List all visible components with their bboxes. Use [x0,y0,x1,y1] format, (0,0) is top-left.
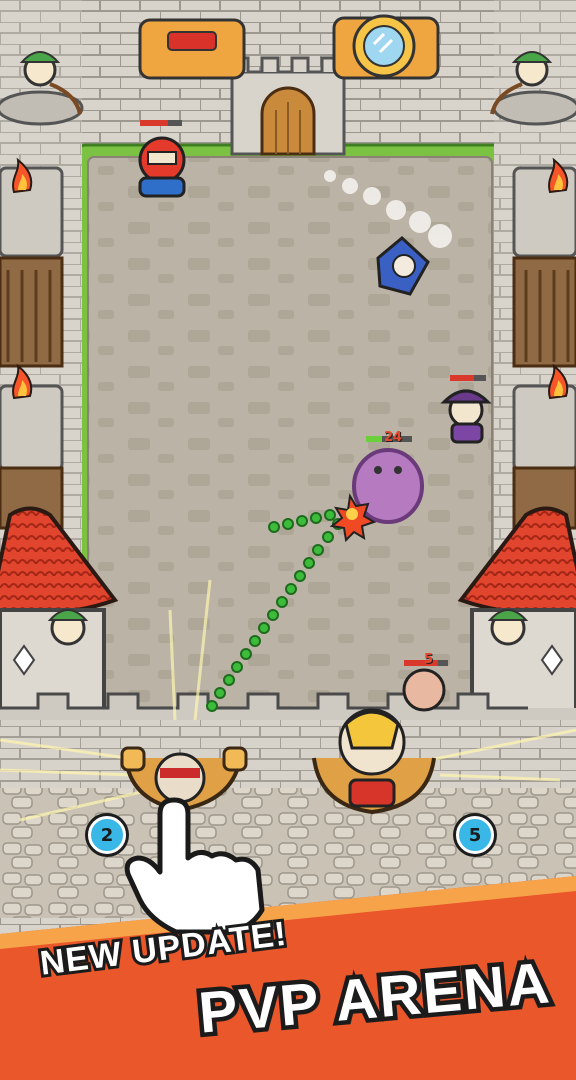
magic-mirror-icon [332,14,440,80]
ogre-hp-label: 24 [384,430,403,445]
decor-red-banner [138,18,246,80]
game-scene[interactable]: 2 5 24 5 NEW UPDATE! PVP ARENA [0,0,576,1080]
right-slingshot-count-badge: 5 [456,816,494,854]
dwarf-hp-label: 5 [424,652,434,667]
arena-background [0,0,576,1080]
left-slingshot-count-badge: 2 [88,816,126,854]
